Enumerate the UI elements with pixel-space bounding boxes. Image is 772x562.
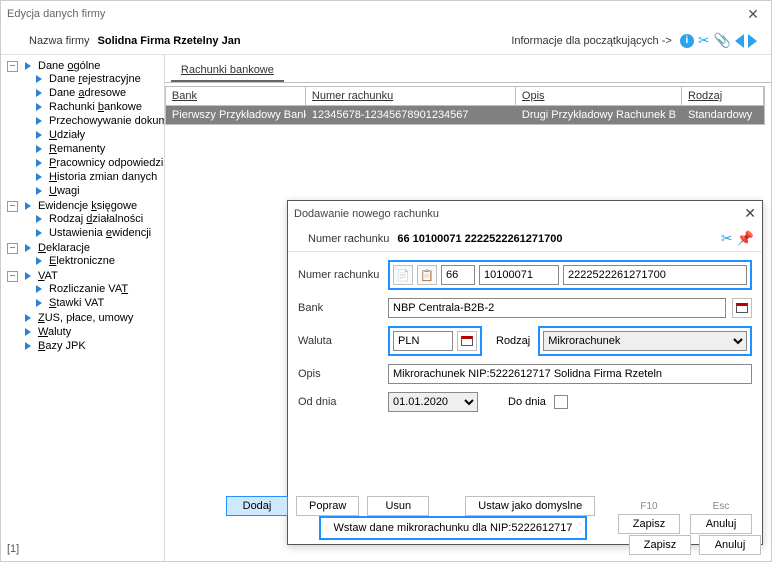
- status-text: [1]: [7, 543, 19, 555]
- next-icon[interactable]: [748, 34, 757, 48]
- col-desc[interactable]: Opis: [516, 87, 682, 105]
- window-cancel-button[interactable]: Anuluj: [699, 535, 761, 555]
- add-account-dialog: Dodawanie nowego rachunku ✕ Numer rachun…: [287, 200, 763, 545]
- type-label: Rodzaj: [496, 335, 530, 347]
- number-part-2[interactable]: [479, 265, 559, 285]
- collapse-icon[interactable]: −: [7, 201, 18, 212]
- tree-item[interactable]: Uwagi: [49, 185, 80, 197]
- tree-item[interactable]: Dane adresowe: [49, 87, 126, 99]
- info-icon[interactable]: i: [680, 34, 694, 48]
- add-button[interactable]: Dodaj: [226, 496, 288, 516]
- paste-icon[interactable]: 📋: [417, 265, 437, 285]
- tree-item[interactable]: Przechowywanie dokumentacji: [49, 115, 165, 127]
- prev-icon[interactable]: [735, 34, 744, 48]
- from-date-label: Od dnia: [298, 396, 388, 408]
- set-default-button[interactable]: Ustaw jako domyslne: [465, 496, 595, 516]
- scissors-icon[interactable]: ✂: [721, 230, 733, 247]
- tree-item[interactable]: Elektroniczne: [49, 255, 115, 267]
- cell-type: Standardowy: [682, 106, 764, 124]
- esc-hint: Esc: [713, 501, 730, 512]
- tree-item[interactable]: Dane rejestracyjne: [49, 73, 141, 85]
- header-label: Numer rachunku: [308, 233, 389, 245]
- f10-hint: F10: [640, 501, 657, 512]
- description-label: Opis: [298, 368, 388, 380]
- copy-icon[interactable]: 📄: [393, 265, 413, 285]
- navigation-tree: − Dane ogólne Dane rejestracyjne Dane adr…: [1, 55, 165, 561]
- company-name-value: Solidna Firma Rzetelny Jan: [98, 35, 241, 47]
- paperclip-icon[interactable]: 📎: [714, 32, 731, 49]
- insert-microaccount-button[interactable]: Wstaw dane mikrorachunku dla NIP:5222612…: [319, 516, 586, 540]
- tree-node-vat[interactable]: VAT: [38, 270, 58, 282]
- tree-item[interactable]: Rodzaj działalności: [49, 213, 143, 225]
- bank-lookup-icon[interactable]: [732, 298, 752, 318]
- collapse-icon[interactable]: −: [7, 243, 18, 254]
- col-type[interactable]: Rodzaj: [682, 87, 764, 105]
- tree-node-ledger[interactable]: Ewidencje księgowe: [38, 200, 137, 212]
- cell-desc: Drugi Przykładowy Rachunek B: [516, 106, 682, 124]
- tree-item[interactable]: Remanenty: [49, 143, 105, 155]
- tree-item[interactable]: Ustawienia ewidencji: [49, 227, 151, 239]
- window-title: Edycja danych firmy: [7, 8, 741, 20]
- tree-item[interactable]: Rozliczanie VAT: [49, 283, 128, 295]
- currency-lookup-icon[interactable]: [457, 331, 477, 351]
- tree-item[interactable]: Bazy JPK: [38, 340, 86, 352]
- edit-button[interactable]: Popraw: [296, 496, 359, 516]
- dialog-close-icon[interactable]: ✕: [744, 205, 756, 222]
- tree-item[interactable]: Rachunki bankowe: [49, 101, 142, 113]
- cell-bank: Pierwszy Przykładowy Bank: [166, 106, 306, 124]
- tree-node-general[interactable]: Dane ogólne: [38, 60, 100, 72]
- description-field[interactable]: [388, 364, 752, 384]
- pin-icon[interactable]: 📌: [737, 230, 754, 247]
- node-icon: [25, 62, 31, 70]
- tree-item[interactable]: Historia zmian danych: [49, 171, 157, 183]
- tree-item[interactable]: ZUS, płace, umowy: [38, 312, 133, 324]
- window-close-icon[interactable]: ✕: [741, 6, 765, 23]
- cell-number: 12345678-12345678901234567: [306, 106, 516, 124]
- bank-field[interactable]: [388, 298, 726, 318]
- to-date-label: Do dnia: [508, 396, 546, 408]
- tree-node-decl[interactable]: Deklaracje: [38, 242, 90, 254]
- tab-bank-accounts[interactable]: Rachunki bankowe: [171, 60, 284, 82]
- collapse-icon[interactable]: −: [7, 61, 18, 72]
- type-select[interactable]: Mikrorachunek: [543, 331, 747, 351]
- number-part-3[interactable]: [563, 265, 747, 285]
- currency-field[interactable]: [393, 331, 453, 351]
- window-save-button[interactable]: Zapisz: [629, 535, 691, 555]
- delete-button[interactable]: Usun: [367, 496, 429, 516]
- number-part-1[interactable]: [441, 265, 475, 285]
- number-label: Numer rachunku: [298, 269, 388, 281]
- tree-item[interactable]: Stawki VAT: [49, 297, 104, 309]
- scissors-icon[interactable]: ✂: [698, 32, 710, 49]
- header-account-number: 66 10100071 2222522261271700: [397, 233, 717, 245]
- bank-label: Bank: [298, 302, 388, 314]
- dialog-title: Dodawanie nowego rachunku: [294, 208, 744, 220]
- col-bank[interactable]: Bank: [166, 87, 306, 105]
- table-row[interactable]: Pierwszy Przykładowy Bank 12345678-12345…: [166, 106, 764, 124]
- collapse-icon[interactable]: −: [7, 271, 18, 282]
- company-name-label: Nazwa firmy: [29, 35, 90, 47]
- tree-item[interactable]: Waluty: [38, 326, 71, 338]
- to-date-checkbox[interactable]: [554, 395, 568, 409]
- help-link[interactable]: Informacje dla początkujących ->: [511, 35, 672, 47]
- tree-item[interactable]: Pracownicy odpowiedzialni: [49, 157, 165, 169]
- accounts-grid: Bank Numer rachunku Opis Rodzaj Pierwszy…: [165, 86, 765, 125]
- col-number[interactable]: Numer rachunku: [306, 87, 516, 105]
- currency-label: Waluta: [298, 335, 388, 347]
- dialog-cancel-button[interactable]: Anuluj: [690, 514, 752, 534]
- from-date-select[interactable]: 01.01.2020: [388, 392, 478, 412]
- tree-item[interactable]: Udziały: [49, 129, 85, 141]
- dialog-save-button[interactable]: Zapisz: [618, 514, 680, 534]
